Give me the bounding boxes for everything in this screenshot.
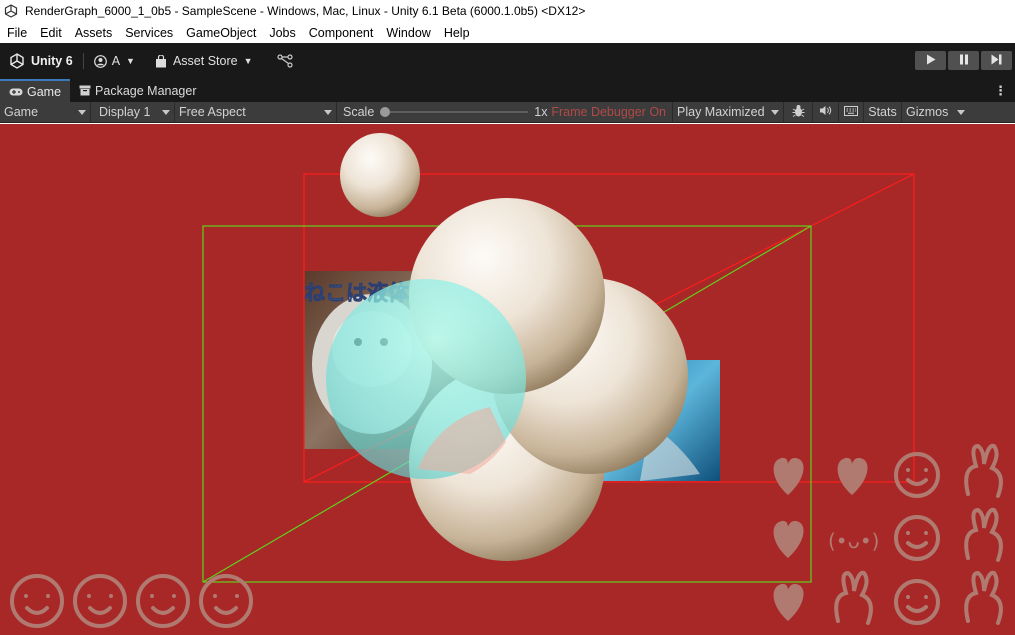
smile-sticker — [136, 574, 190, 628]
main-toolbar: Unity 6 A ▼ Asset Store ▼ — [0, 43, 1015, 79]
window-title-bar: RenderGraph_6000_1_0b5 - SampleScene - W… — [0, 0, 1015, 22]
scale-label: Scale — [343, 105, 375, 119]
smile-sticker — [10, 574, 64, 628]
pause-button[interactable] — [948, 51, 979, 70]
tab-game-label: Game — [27, 84, 62, 99]
dropdown-arrow-icon — [162, 109, 170, 115]
account-dropdown[interactable]: A ▼ — [93, 54, 135, 68]
scale-slider[interactable] — [380, 107, 529, 117]
frame-debugger-label: Frame Debugger On — [551, 105, 666, 119]
menu-bar: File Edit Assets Services GameObject Job… — [0, 22, 1015, 43]
asset-store-dropdown[interactable]: Asset Store ▼ — [155, 54, 253, 68]
unity-cube-icon — [9, 53, 25, 69]
scale-control: Scale 1x — [337, 102, 549, 123]
view-type-label: Game — [4, 105, 39, 119]
chevron-down-icon: ▼ — [126, 56, 135, 66]
menu-window[interactable]: Window — [379, 26, 436, 40]
bunny-sticker — [964, 443, 1003, 498]
step-icon — [991, 54, 1002, 68]
gamepad-icon — [9, 87, 23, 97]
package-icon — [79, 85, 91, 96]
tab-package-manager-label: Package Manager — [95, 83, 197, 98]
display-dropdown[interactable]: Display 1 — [91, 101, 175, 123]
menu-file[interactable]: File — [0, 26, 33, 40]
heart-sticker — [773, 520, 804, 558]
tab-package-manager[interactable]: Package Manager — [70, 79, 205, 102]
more-options-icon[interactable]: ⋮ — [994, 83, 1007, 99]
smile-sticker — [73, 574, 127, 628]
smile-sticker — [894, 452, 940, 498]
unity-brand-label: Unity 6 — [31, 54, 73, 68]
play-icon — [926, 54, 936, 68]
gizmos-label: Gizmos — [906, 105, 949, 119]
play-controls — [915, 51, 1012, 70]
unity-account-menu[interactable]: Unity 6 — [9, 53, 73, 69]
shopping-bag-icon — [155, 54, 167, 68]
stats-button[interactable]: Stats — [863, 101, 901, 123]
version-control-icon[interactable] — [276, 54, 293, 68]
speaker-icon — [819, 105, 832, 119]
spheres — [326, 133, 688, 561]
smile-sticker — [894, 515, 940, 561]
menu-edit[interactable]: Edit — [33, 26, 68, 40]
menu-gameobject[interactable]: GameObject — [179, 26, 262, 40]
stats-label: Stats — [868, 105, 897, 119]
account-label: A — [111, 54, 121, 68]
asset-store-label: Asset Store — [172, 54, 238, 68]
heart-sticker — [773, 583, 804, 621]
play-mode-dropdown[interactable]: Play Maximized — [673, 101, 784, 123]
keyboard-icon — [844, 105, 858, 119]
smile-sticker — [894, 579, 940, 625]
dropdown-arrow-icon — [957, 109, 965, 115]
keyboard-shortcuts-button[interactable] — [839, 102, 863, 123]
aspect-dropdown[interactable]: Free Aspect — [175, 101, 337, 123]
aspect-label: Free Aspect — [179, 105, 246, 119]
smile-sticker — [199, 574, 253, 628]
game-viewport[interactable]: ねこは液体 (•ᴗ•) — [0, 124, 1015, 635]
heart-sticker — [837, 457, 868, 495]
view-type-dropdown[interactable]: Game — [0, 101, 91, 123]
menu-component[interactable]: Component — [302, 26, 380, 40]
audio-mute-button[interactable] — [813, 101, 839, 123]
bug-report-button[interactable] — [784, 101, 813, 123]
kaomoji-sticker: (•ᴗ•) — [828, 529, 879, 553]
play-mode-label: Play Maximized — [677, 105, 765, 119]
scale-slider-handle[interactable] — [380, 107, 391, 117]
editor-tab-bar: Game Package Manager ⋮ — [0, 79, 1015, 102]
menu-services[interactable]: Services — [118, 26, 179, 40]
window-title: RenderGraph_6000_1_0b5 - SampleScene - W… — [25, 4, 586, 18]
small-sphere — [340, 133, 420, 217]
chevron-down-icon: ▼ — [243, 56, 253, 66]
step-button[interactable] — [981, 51, 1012, 70]
toolbar-divider — [82, 53, 84, 69]
tab-game[interactable]: Game — [0, 79, 71, 102]
heart-sticker — [773, 457, 804, 495]
bug-icon — [792, 104, 805, 121]
game-view-toolbar: Game Display 1 Free Aspect Scale 1x Fram… — [0, 101, 1015, 123]
frame-debugger-indicator[interactable]: Frame Debugger On — [549, 101, 673, 123]
menu-assets[interactable]: Assets — [68, 26, 119, 40]
pause-icon — [959, 54, 969, 68]
account-icon — [93, 54, 107, 68]
display-label: Display 1 — [99, 105, 151, 119]
scale-value: 1x — [534, 105, 548, 119]
bunny-sticker — [964, 507, 1003, 562]
dropdown-arrow-icon — [771, 109, 779, 115]
game-render: ねこは液体 (•ᴗ•) — [10, 133, 1003, 628]
menu-help[interactable]: Help — [437, 26, 476, 40]
menu-jobs[interactable]: Jobs — [262, 26, 301, 40]
dropdown-arrow-icon — [78, 109, 86, 115]
unity-logo-icon — [4, 4, 18, 18]
dropdown-arrow-icon — [324, 109, 332, 115]
gizmos-dropdown[interactable]: Gizmos — [901, 101, 969, 123]
bunny-sticker — [964, 570, 1003, 625]
bunny-sticker — [834, 570, 873, 625]
play-button[interactable] — [915, 51, 946, 70]
